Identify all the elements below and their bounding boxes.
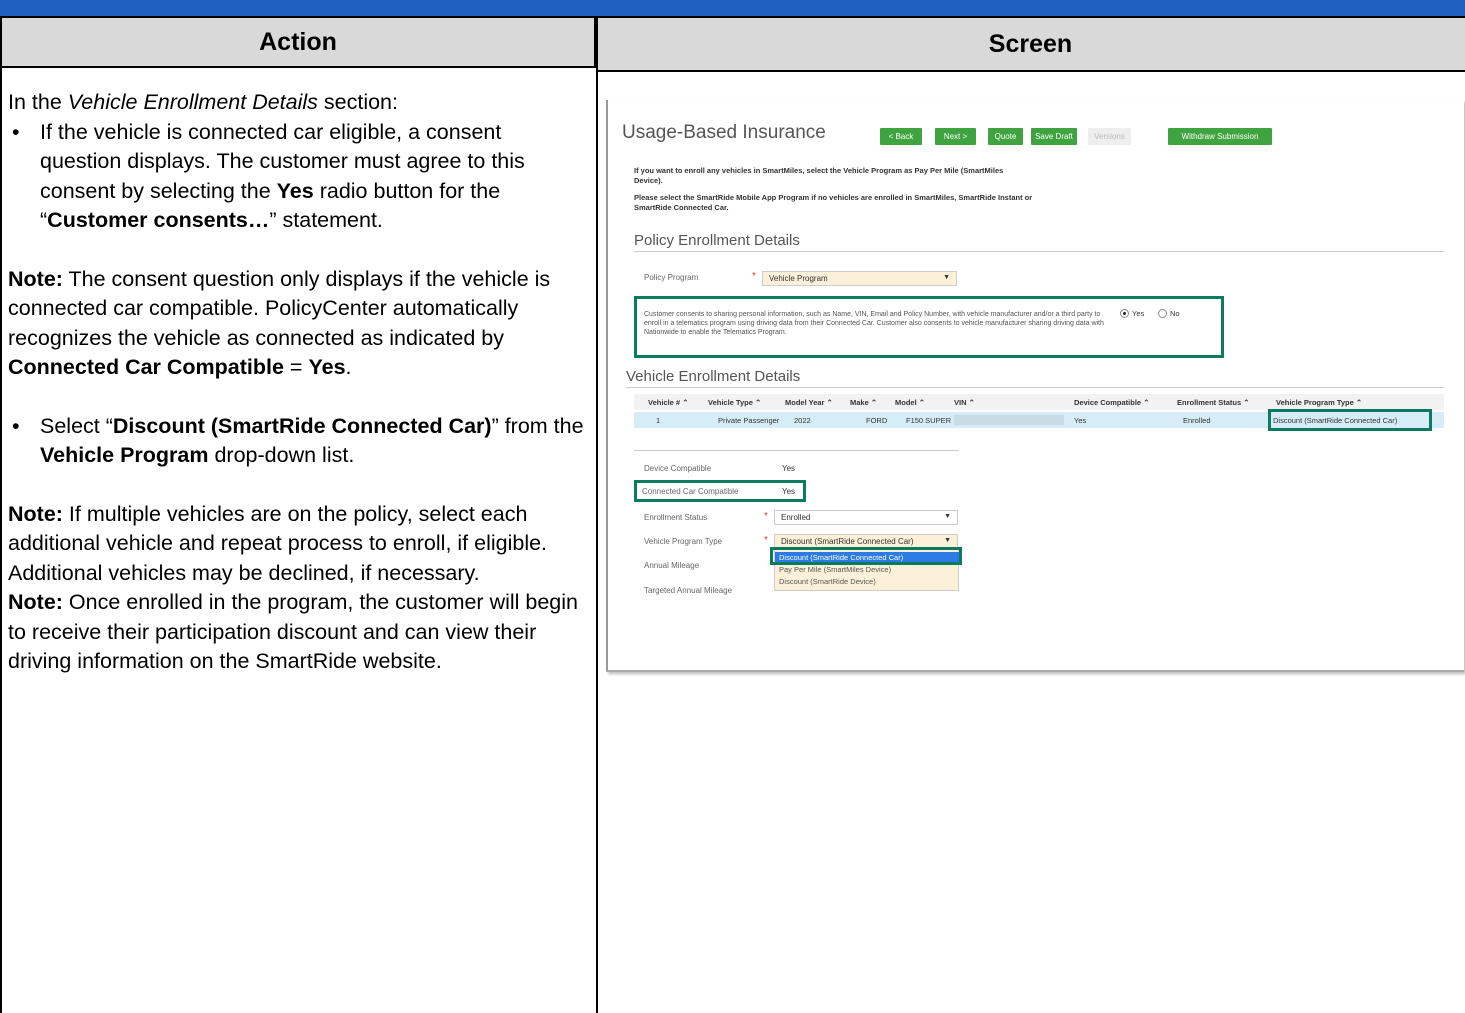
vin-redacted: [954, 415, 1064, 425]
cell-make: FORD: [866, 416, 888, 425]
connected-car-label: Connected Car Compatible: [642, 487, 739, 496]
col-vehicle-program-type[interactable]: Vehicle Program Type ⌃: [1276, 398, 1362, 407]
dropdown-option-pay-per-mile[interactable]: Pay Per Mile (SmartMiles Device): [775, 564, 960, 575]
select-discount-bullet: • Select “Discount (SmartRide Connected C…: [12, 413, 584, 468]
note-enrolled: Note: Once enrolled in the program, the …: [8, 590, 579, 673]
save-draft-button[interactable]: Save Draft: [1031, 128, 1077, 145]
back-button[interactable]: < Back: [880, 128, 922, 145]
page-title: Usage-Based Insurance: [622, 122, 826, 143]
versions-button[interactable]: Versions: [1088, 128, 1131, 145]
consent-text: Customer consents to sharing personal in…: [644, 311, 1104, 336]
vehicle-program-type-label: Vehicle Program Type: [644, 537, 723, 546]
title-bar: [0, 0, 1465, 16]
consent-yes-label: Yes: [1132, 309, 1145, 318]
col-vin[interactable]: VIN ⌃: [954, 398, 975, 407]
cell-enrollment-status: Enrolled: [1183, 416, 1211, 425]
col-model-year[interactable]: Model Year ⌃: [785, 398, 833, 407]
col-vehicle-type[interactable]: Vehicle Type ⌃: [708, 398, 761, 407]
consent-bullet: • If the vehicle is connected car eligibl…: [12, 119, 525, 233]
usage-based-insurance-screenshot: Usage-Based Insurance < Back Next > Quot…: [606, 100, 1464, 672]
action-column-header: Action: [0, 16, 596, 68]
table-left-border: [0, 16, 2, 1013]
withdraw-submission-button[interactable]: Withdraw Submission: [1168, 128, 1272, 145]
required-mark: *: [752, 271, 756, 282]
section-divider: [634, 251, 1444, 252]
required-mark: *: [764, 535, 768, 546]
col-model[interactable]: Model ⌃: [895, 398, 925, 407]
consent-no-label: No: [1170, 309, 1180, 318]
vehicle-enrollment-title: Vehicle Enrollment Details: [626, 368, 801, 385]
policy-program-label: Policy Program: [644, 273, 699, 282]
device-compatible-value: Yes: [782, 464, 796, 473]
screen-column-header: Screen: [596, 16, 1465, 72]
action-instructions: In the Vehicle Enrollment Details sectio…: [8, 88, 588, 677]
col-make[interactable]: Make ⌃: [850, 398, 877, 407]
connected-car-value: Yes: [782, 487, 796, 496]
dropdown-selection-highlight: [770, 547, 962, 565]
cell-program-type: Discount (SmartRide Connected Car): [1273, 416, 1398, 425]
next-button[interactable]: Next >: [935, 128, 976, 145]
required-mark: *: [764, 511, 768, 522]
quote-button[interactable]: Quote: [988, 128, 1023, 145]
cell-model: F150 SUPER: [906, 416, 952, 425]
cell-vehicle-type: Private Passenger: [718, 416, 780, 425]
smartmiles-info: If you want to enroll any vehicles in Sm…: [634, 166, 1004, 185]
policy-program-select[interactable]: Vehicle Program ▼: [762, 271, 957, 286]
note-connected-car: Note: The consent question only displays…: [8, 266, 551, 380]
dropdown-option-smartride-device[interactable]: Discount (SmartRide Device): [775, 576, 960, 587]
targeted-annual-mileage-label: Targeted Annual Mileage: [644, 586, 733, 595]
section-divider: [626, 387, 1444, 388]
cell-model-year: 2022: [794, 416, 811, 425]
column-divider: [596, 16, 598, 1013]
policy-enrollment-title: Policy Enrollment Details: [634, 232, 800, 249]
cell-vehicle-num: 1: [656, 416, 661, 425]
intro-text: In the Vehicle Enrollment Details sectio…: [8, 90, 398, 114]
col-device-compatible[interactable]: Device Compatible ⌃: [1074, 398, 1149, 407]
consent-yes-radio[interactable]: [1120, 309, 1129, 318]
section-divider: [634, 450, 959, 451]
col-vehicle-num[interactable]: Vehicle # ⌃: [648, 398, 688, 407]
cell-device-compatible: Yes: [1074, 416, 1087, 425]
device-compatible-label: Device Compatible: [644, 464, 712, 473]
col-enrollment-status[interactable]: Enrollment Status ⌃: [1177, 398, 1250, 407]
smartride-info: Please select the SmartRide Mobile App P…: [634, 193, 1033, 212]
enrollment-status-select[interactable]: Enrolled ▼: [774, 510, 958, 525]
consent-no-radio[interactable]: [1158, 309, 1167, 318]
note-multiple-vehicles: Note: If multiple vehicles are on the po…: [8, 501, 548, 585]
enrollment-status-label: Enrollment Status: [644, 513, 708, 522]
annual-mileage-label: Annual Mileage: [644, 561, 700, 570]
